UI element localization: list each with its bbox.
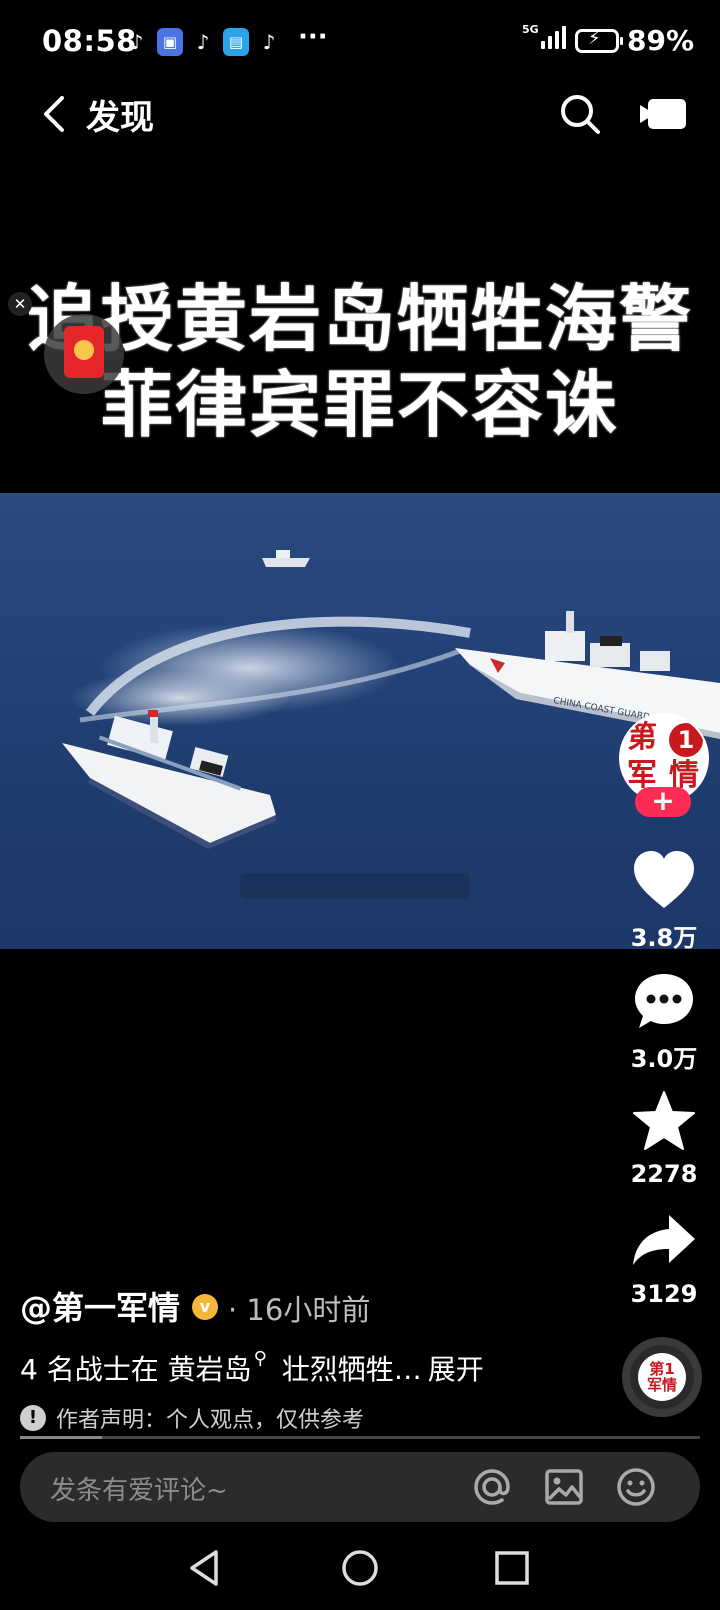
image-icon[interactable] (542, 1465, 586, 1509)
search-icon[interactable] (558, 92, 602, 136)
page-title: 发现 (86, 98, 154, 138)
desc-prefix: 4 名战士在 (20, 1353, 159, 1386)
shares-count: 3129 (630, 1280, 698, 1308)
network-type: 5G (522, 23, 539, 36)
nav-back-icon[interactable] (184, 1546, 228, 1590)
share-icon[interactable] (631, 1209, 697, 1275)
avatar-glyph: 1 (669, 723, 703, 757)
post-time: · 16小时前 (228, 1293, 371, 1327)
heart-icon[interactable] (631, 848, 697, 914)
disclaimer-text: 作者声明：个人观点，仅供参考 (56, 1408, 365, 1433)
verified-badge-icon: v (192, 1294, 218, 1320)
author-name[interactable]: @第一军情 (20, 1283, 180, 1329)
video-progress-bar[interactable] (20, 1436, 700, 1439)
back-icon[interactable] (36, 92, 76, 136)
author-disclaimer: ! 作者声明：个人观点，仅供参考 (20, 1402, 364, 1434)
camera-icon[interactable] (640, 97, 688, 131)
status-bar: 08:58 ♪ ▣ ♪ ▤ ♪ ··· 5G ⚡ 89% (0, 0, 720, 84)
tiktok-notification-icon: ♪ (262, 30, 276, 54)
expand-button[interactable]: 展开 (428, 1353, 484, 1386)
reader-notification-icon: ▤ (223, 28, 249, 56)
star-icon[interactable] (631, 1089, 697, 1155)
more-notifications-icon: ··· (298, 22, 328, 52)
tiktok-notification-icon: ♪ (196, 30, 210, 54)
emoji-icon[interactable] (614, 1465, 658, 1509)
comment-icon[interactable] (631, 968, 697, 1034)
video-frame-image: CHINA COAST GUARD (62, 550, 720, 899)
topic-link[interactable]: 黄岩岛 (168, 1353, 252, 1386)
music-disc-avatar: 第1 军情 (638, 1353, 686, 1401)
desc-suffix: 壮烈牺牲… (281, 1353, 422, 1386)
app-notification-icon: ▣ (157, 28, 183, 56)
tiktok-notification-icon: ♪ (130, 30, 144, 54)
video-player[interactable]: CHINA COAST GUARD (0, 493, 720, 949)
comment-input[interactable]: 发条有爱评论~ (20, 1452, 700, 1522)
video-progress-fill (20, 1436, 102, 1439)
signal-icon: 5G (522, 23, 569, 49)
battery-percent: 89% (627, 24, 695, 57)
nav-home-icon[interactable] (338, 1546, 382, 1590)
music-disc-button[interactable]: 第1 军情 (622, 1337, 702, 1417)
at-icon[interactable] (470, 1465, 514, 1509)
coin-icon (74, 340, 94, 360)
follow-button[interactable]: + (635, 787, 691, 817)
likes-count: 3.8万 (630, 924, 698, 952)
battery-icon: ⚡ (575, 28, 623, 53)
red-packet-button[interactable] (44, 314, 124, 394)
warning-icon: ! (20, 1405, 46, 1431)
avatar-glyph: 第 (627, 720, 657, 755)
search-small-icon: ⚲ (253, 1348, 267, 1369)
status-time: 08:58 (42, 24, 137, 58)
nav-recents-icon[interactable] (490, 1546, 534, 1590)
comments-count: 3.0万 (630, 1045, 698, 1073)
post-description: 4 名战士在 黄岩岛 ⚲ 壮烈牺牲… 展开 (20, 1348, 484, 1388)
close-icon[interactable]: ✕ (8, 292, 32, 316)
comment-placeholder: 发条有爱评论~ (50, 1476, 228, 1506)
favorites-count: 2278 (630, 1160, 698, 1188)
